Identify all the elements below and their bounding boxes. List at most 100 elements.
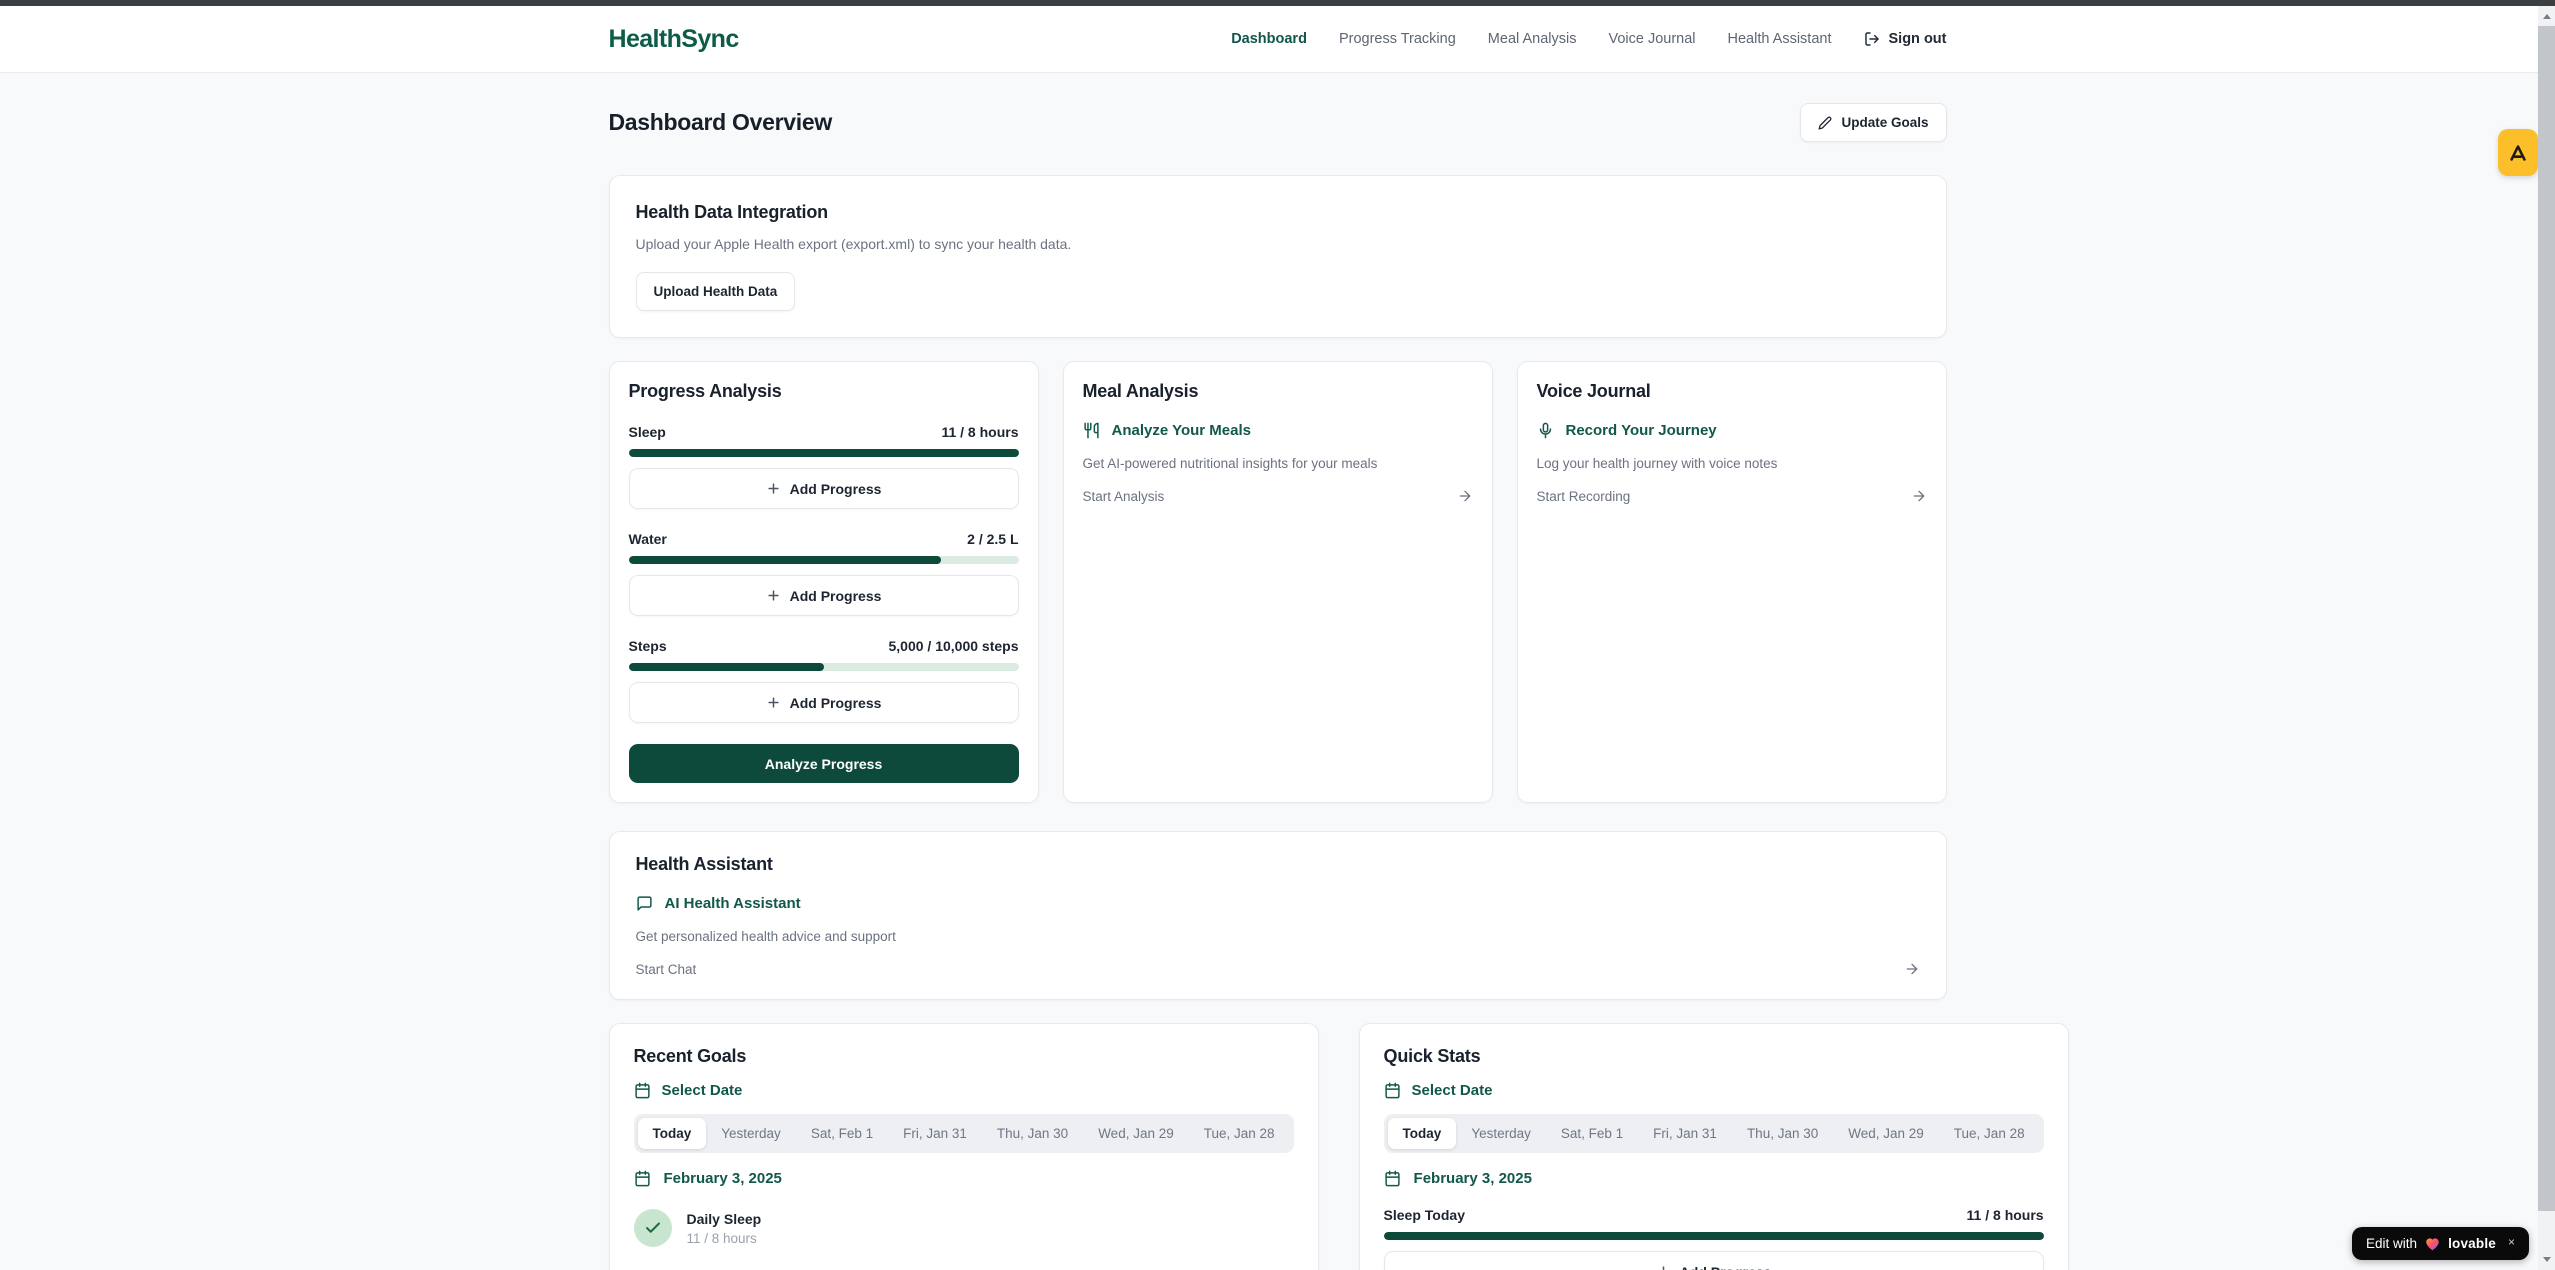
integration-title: Health Data Integration	[636, 202, 1920, 223]
select-date-label: Select Date	[662, 1082, 743, 1099]
date-tab-yesterday[interactable]: Yesterday	[706, 1118, 796, 1149]
steps-progress-fill	[629, 663, 824, 671]
arrow-right-icon	[1457, 488, 1473, 504]
lovable-brand-label: lovable	[2448, 1236, 2496, 1251]
quick-stats-card: Quick Stats Select Date Today Yesterday …	[1359, 1023, 2069, 1270]
date-tab-thu-jan-30[interactable]: Thu, Jan 30	[1732, 1118, 1833, 1149]
date-tab-yesterday[interactable]: Yesterday	[1456, 1118, 1546, 1149]
plus-icon	[1656, 1264, 1671, 1270]
page-title: Dashboard Overview	[609, 109, 832, 136]
analyze-your-meals-link[interactable]: Analyze Your Meals	[1083, 422, 1473, 439]
analyze-progress-button[interactable]: Analyze Progress	[629, 744, 1019, 783]
quick-stats-select-date[interactable]: Select Date	[1384, 1082, 2044, 1099]
ai-health-assistant-link[interactable]: AI Health Assistant	[636, 895, 1920, 912]
progress-analysis-title: Progress Analysis	[629, 381, 1019, 402]
voice-journal-card: Voice Journal Record Your Journey Log yo…	[1517, 361, 1947, 803]
record-your-journey-link[interactable]: Record Your Journey	[1537, 422, 1927, 439]
health-data-integration-card: Health Data Integration Upload your Appl…	[609, 175, 1947, 338]
scroll-down-arrow[interactable]	[2538, 1251, 2555, 1268]
lovable-side-toggle[interactable]	[2498, 129, 2538, 176]
close-icon[interactable]: ×	[2508, 1236, 2515, 1248]
metric-sleep: Sleep 11 / 8 hours Add Progress	[629, 424, 1019, 509]
date-tab-thu-jan-30[interactable]: Thu, Jan 30	[982, 1118, 1083, 1149]
plus-icon	[766, 588, 781, 603]
add-water-progress-button[interactable]: Add Progress	[629, 575, 1019, 616]
main-nav: Dashboard Progress Tracking Meal Analysi…	[1231, 31, 1946, 47]
sleep-today-progress-bar	[1384, 1232, 2044, 1240]
nav-voice-journal[interactable]: Voice Journal	[1608, 31, 1695, 47]
pencil-icon	[1818, 116, 1832, 130]
recent-goals-title: Recent Goals	[634, 1046, 1294, 1067]
date-tab-tue-jan-28[interactable]: Tue, Jan 28	[1939, 1118, 2040, 1149]
start-chat-row[interactable]: Start Chat	[636, 961, 1920, 977]
upload-health-data-button[interactable]: Upload Health Data	[636, 272, 796, 311]
metric-water: Water 2 / 2.5 L Add Progress	[629, 531, 1019, 616]
metric-label: Water	[629, 531, 667, 547]
add-steps-progress-button[interactable]: Add Progress	[629, 682, 1019, 723]
stat-sleep-today: Sleep Today 11 / 8 hours	[1384, 1207, 2044, 1223]
recent-goals-select-date[interactable]: Select Date	[634, 1082, 1294, 1099]
start-recording-row[interactable]: Start Recording	[1537, 488, 1927, 504]
stat-value: 11 / 8 hours	[1967, 1207, 2044, 1223]
logout-icon	[1864, 31, 1880, 47]
sign-out-button[interactable]: Sign out	[1864, 31, 1947, 47]
sign-out-label: Sign out	[1889, 31, 1947, 47]
goal-value: 11 / 8 hours	[687, 1231, 762, 1246]
start-analysis-label: Start Analysis	[1083, 489, 1165, 504]
plus-icon	[766, 695, 781, 710]
date-tab-wed-jan-29[interactable]: Wed, Jan 29	[1083, 1118, 1189, 1149]
quick-stats-add-progress-button[interactable]: Add Progress	[1384, 1251, 2044, 1270]
date-tab-sat-feb-1[interactable]: Sat, Feb 1	[796, 1118, 888, 1149]
start-chat-label: Start Chat	[636, 962, 697, 977]
add-sleep-progress-button[interactable]: Add Progress	[629, 468, 1019, 509]
progress-analysis-card: Progress Analysis Sleep 11 / 8 hours Add…	[609, 361, 1039, 803]
calendar-icon	[1384, 1082, 1401, 1099]
quick-stats-selected-date[interactable]: February 3, 2025	[1384, 1170, 2044, 1187]
record-your-journey-label: Record Your Journey	[1566, 422, 1717, 439]
recent-goals-card: Recent Goals Select Date Today Yesterday…	[609, 1023, 1319, 1270]
date-tab-fri-jan-31[interactable]: Fri, Jan 31	[888, 1118, 982, 1149]
add-progress-label: Add Progress	[790, 481, 882, 497]
sleep-progress-fill	[629, 449, 1019, 457]
chat-bubble-icon	[636, 895, 653, 912]
stat-label: Sleep Today	[1384, 1207, 1465, 1223]
sleep-progress-bar	[629, 449, 1019, 457]
date-tab-fri-jan-31[interactable]: Fri, Jan 31	[1638, 1118, 1732, 1149]
arrow-right-icon	[1911, 488, 1927, 504]
nav-progress-tracking[interactable]: Progress Tracking	[1339, 31, 1456, 47]
analyze-your-meals-label: Analyze Your Meals	[1112, 422, 1252, 439]
app-header: HealthSync Dashboard Progress Tracking M…	[0, 6, 2555, 73]
voice-journal-title: Voice Journal	[1537, 381, 1927, 402]
metric-value: 11 / 8 hours	[941, 424, 1018, 440]
page-scrollbar[interactable]	[2538, 6, 2555, 1270]
edit-with-label: Edit with	[2366, 1236, 2417, 1251]
edit-with-lovable-badge[interactable]: Edit with lovable ×	[2352, 1227, 2529, 1260]
nav-meal-analysis[interactable]: Meal Analysis	[1488, 31, 1577, 47]
add-progress-label: Add Progress	[1680, 1264, 1772, 1270]
ai-health-assistant-label: AI Health Assistant	[665, 895, 801, 912]
date-tab-tue-jan-28[interactable]: Tue, Jan 28	[1189, 1118, 1290, 1149]
date-tab-today[interactable]: Today	[1388, 1118, 1457, 1149]
selected-date-label: February 3, 2025	[664, 1170, 782, 1187]
nav-health-assistant[interactable]: Health Assistant	[1728, 31, 1832, 47]
calendar-icon	[634, 1170, 651, 1187]
arrow-right-icon	[1904, 961, 1920, 977]
browser-top-edge	[0, 0, 2555, 6]
date-tab-today[interactable]: Today	[638, 1118, 707, 1149]
water-progress-fill	[629, 556, 941, 564]
quick-stats-title: Quick Stats	[1384, 1046, 2044, 1067]
meal-analysis-card: Meal Analysis Analyze Your Meals Get AI-…	[1063, 361, 1493, 803]
date-tab-sat-feb-1[interactable]: Sat, Feb 1	[1546, 1118, 1638, 1149]
nav-dashboard[interactable]: Dashboard	[1231, 31, 1307, 47]
recent-goals-selected-date[interactable]: February 3, 2025	[634, 1170, 1294, 1187]
brand-logo[interactable]: HealthSync	[609, 25, 739, 54]
update-goals-button[interactable]: Update Goals	[1800, 103, 1946, 142]
voice-journal-description: Log your health journey with voice notes	[1537, 456, 1927, 471]
quick-stats-date-tabs: Today Yesterday Sat, Feb 1 Fri, Jan 31 T…	[1384, 1114, 2044, 1153]
utensils-icon	[1083, 422, 1100, 439]
start-analysis-row[interactable]: Start Analysis	[1083, 488, 1473, 504]
scroll-up-arrow[interactable]	[2538, 8, 2555, 25]
date-tab-wed-jan-29[interactable]: Wed, Jan 29	[1833, 1118, 1939, 1149]
scrollbar-thumb[interactable]	[2538, 26, 2555, 1211]
metric-value: 5,000 / 10,000 steps	[889, 638, 1019, 654]
